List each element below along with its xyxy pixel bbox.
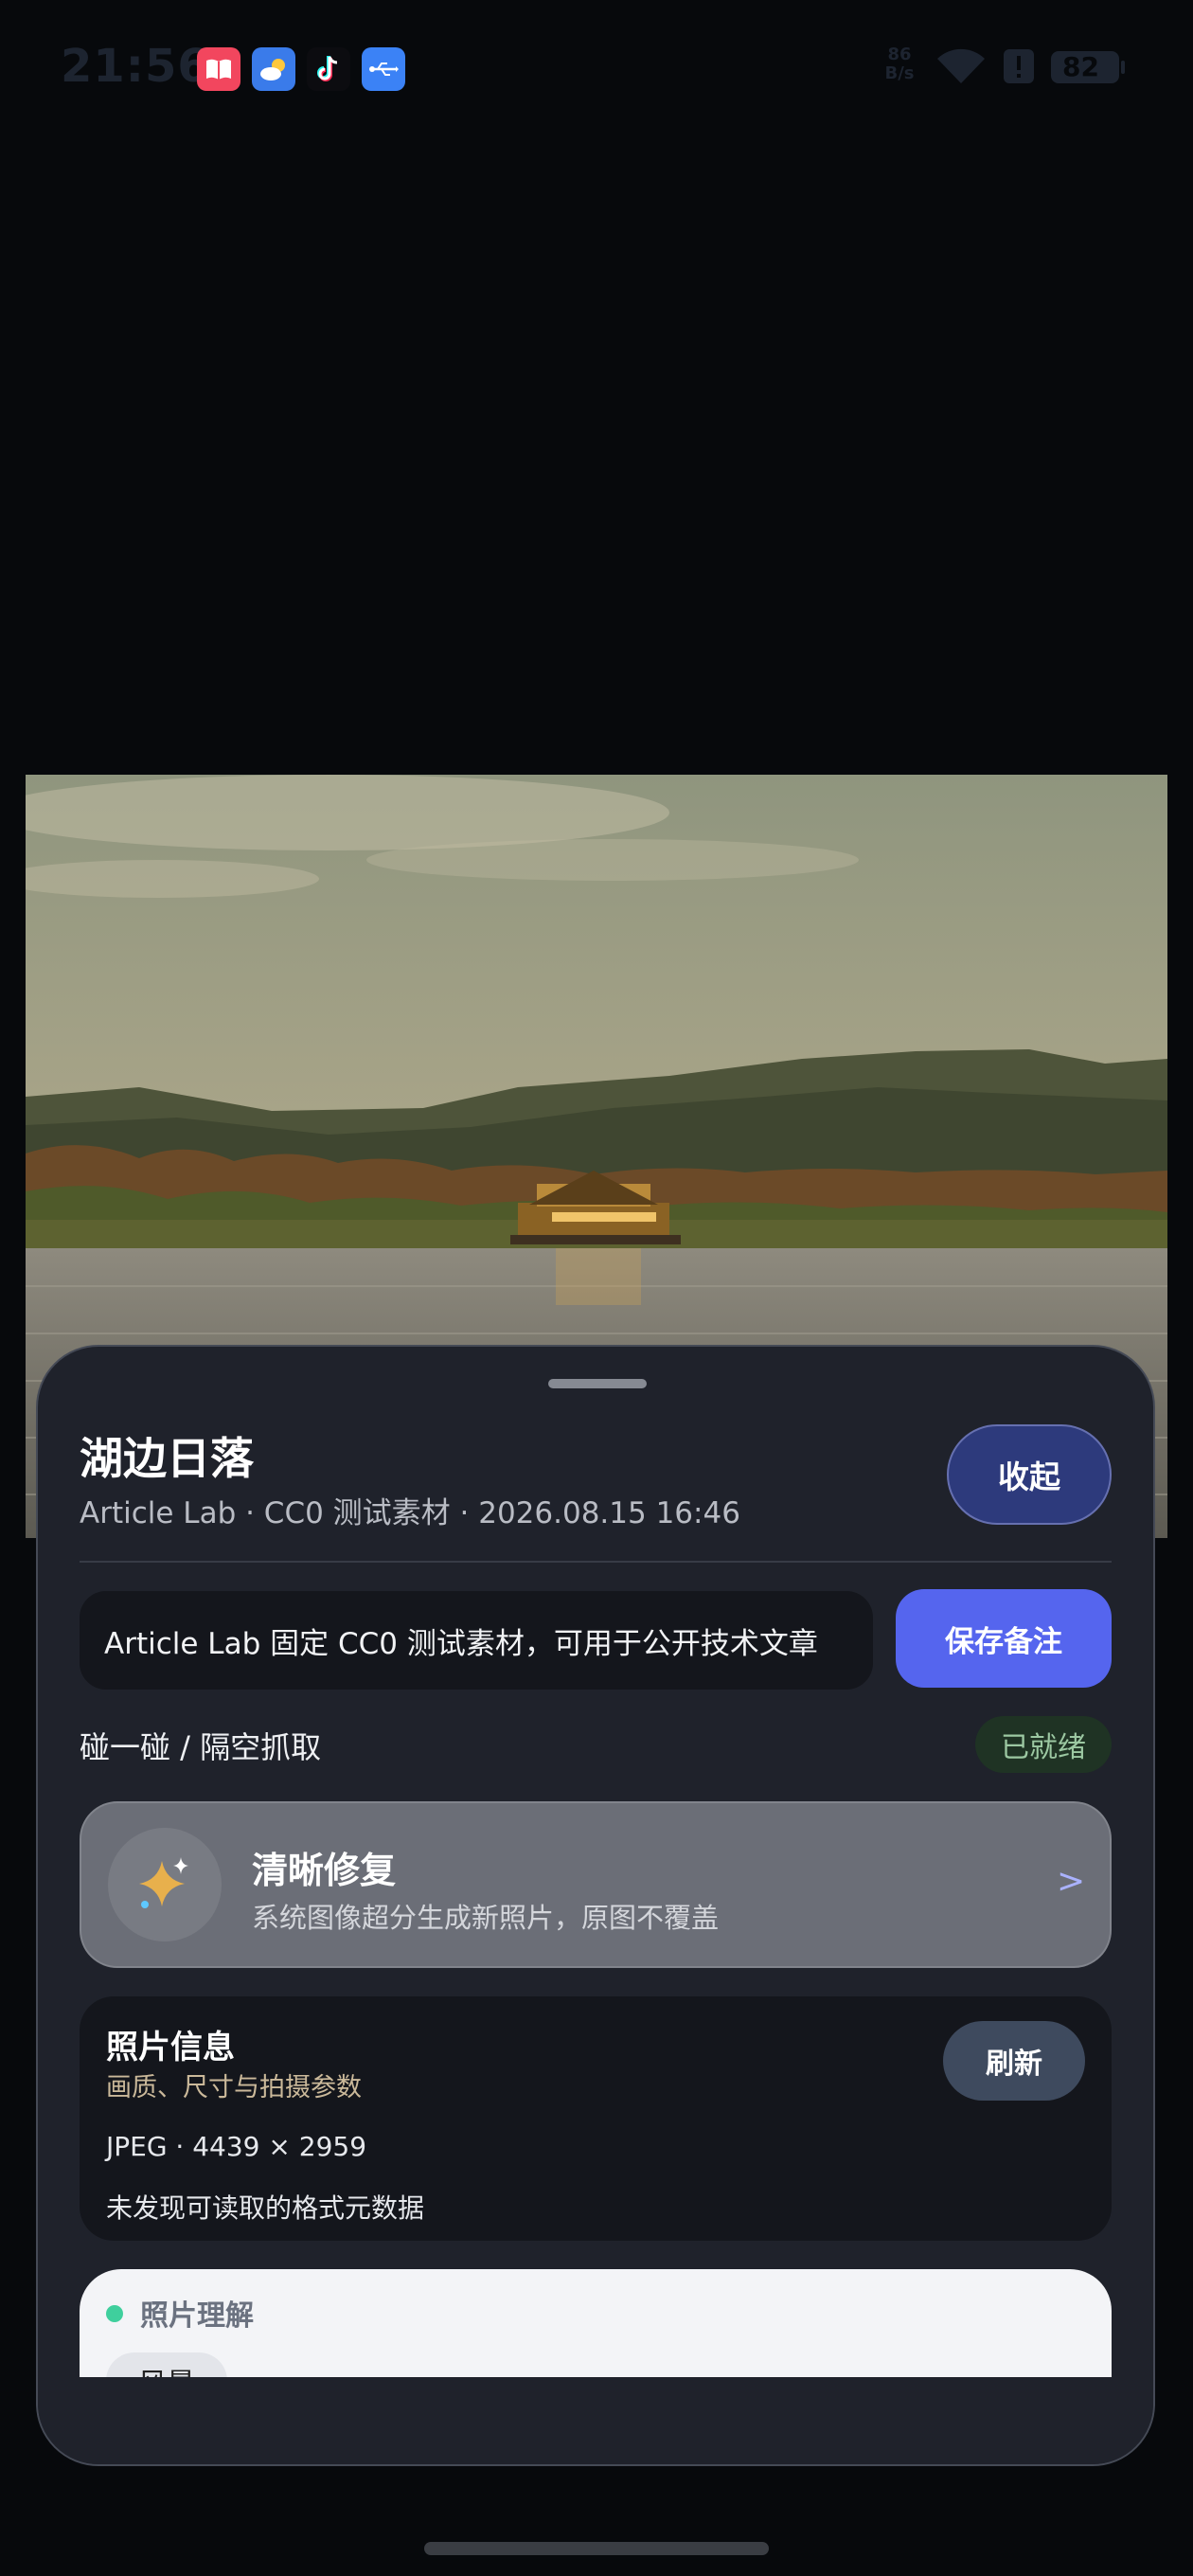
sparkle-icon [108,1828,222,1941]
alert-icon [1002,45,1036,93]
metadata-status: 未发现可读取的格式元数据 [106,2192,425,2224]
divider [80,1561,1112,1563]
info-title: 照片信息 [106,2029,235,2066]
note-input-value: Article Lab 固定 CC0 测试素材，可用于公开技术文章 [104,1626,818,1661]
weather-icon [252,47,295,91]
status-dot-icon [106,2305,123,2322]
drag-handle[interactable] [548,1379,647,1388]
photo-detail-sheet: 湖边日落 Article Lab · CC0 测试素材 · 2026.08.15… [36,1345,1155,2466]
wifi-icon [934,45,988,93]
home-indicator[interactable] [424,2542,769,2555]
battery-level: 82 [1062,51,1099,82]
chevron-right-icon: > [1057,1862,1086,1901]
refresh-button[interactable]: 刷新 [943,2021,1085,2101]
note-input[interactable]: Article Lab 固定 CC0 测试素材，可用于公开技术文章 [80,1591,873,1690]
status-time: 21:56 [61,40,210,93]
save-note-button[interactable]: 保存备注 [896,1589,1112,1688]
understanding-title: 照片理解 [140,2299,254,2333]
status-bar: 21:56 86 B/s 82 [0,0,1193,142]
tiktok-icon [307,47,350,91]
sheet-footer [38,2377,1153,2464]
info-subtitle: 画质、尺寸与拍摄参数 [106,2073,362,2102]
clarity-restore-card[interactable]: 清晰修复 系统图像超分生成新照片，原图不覆盖 > [80,1801,1112,1968]
format-dimensions: JPEG · 4439 × 2959 [106,2131,367,2162]
restore-subtitle: 系统图像超分生成新照片，原图不覆盖 [252,1902,720,1934]
battery-icon: 82 [1049,45,1125,93]
collapse-button[interactable]: 收起 [947,1424,1112,1525]
photo-title: 湖边日落 [80,1433,254,1484]
books-icon [197,47,240,91]
usb-icon [362,47,405,91]
photo-meta: Article Lab · CC0 测试素材 · 2026.08.15 16:4… [80,1496,740,1530]
photo-info-card: 照片信息 画质、尺寸与拍摄参数 刷新 JPEG · 4439 × 2959 未发… [80,1996,1112,2241]
ready-status-badge: 已就绪 [975,1716,1112,1773]
restore-title: 清晰修复 [252,1850,397,1891]
nfc-share-label: 碰一碰 / 隔空抓取 [80,1729,322,1765]
net-speed: 86 B/s [884,45,915,83]
